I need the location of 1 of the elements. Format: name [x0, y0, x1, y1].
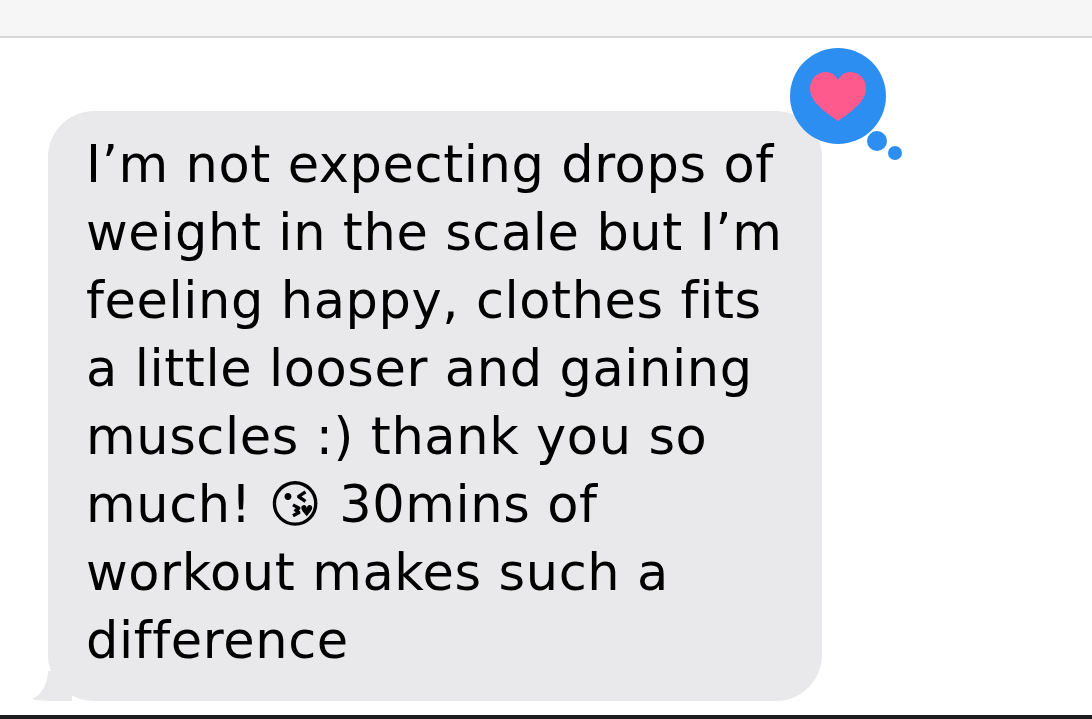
message-text: I’m not expecting drops of weight in the scale but I’m feeling happy, clothes fits a little looser and gaining muscles :) thank you so much! 😘 30mins of workout makes such a difference — [86, 134, 784, 672]
